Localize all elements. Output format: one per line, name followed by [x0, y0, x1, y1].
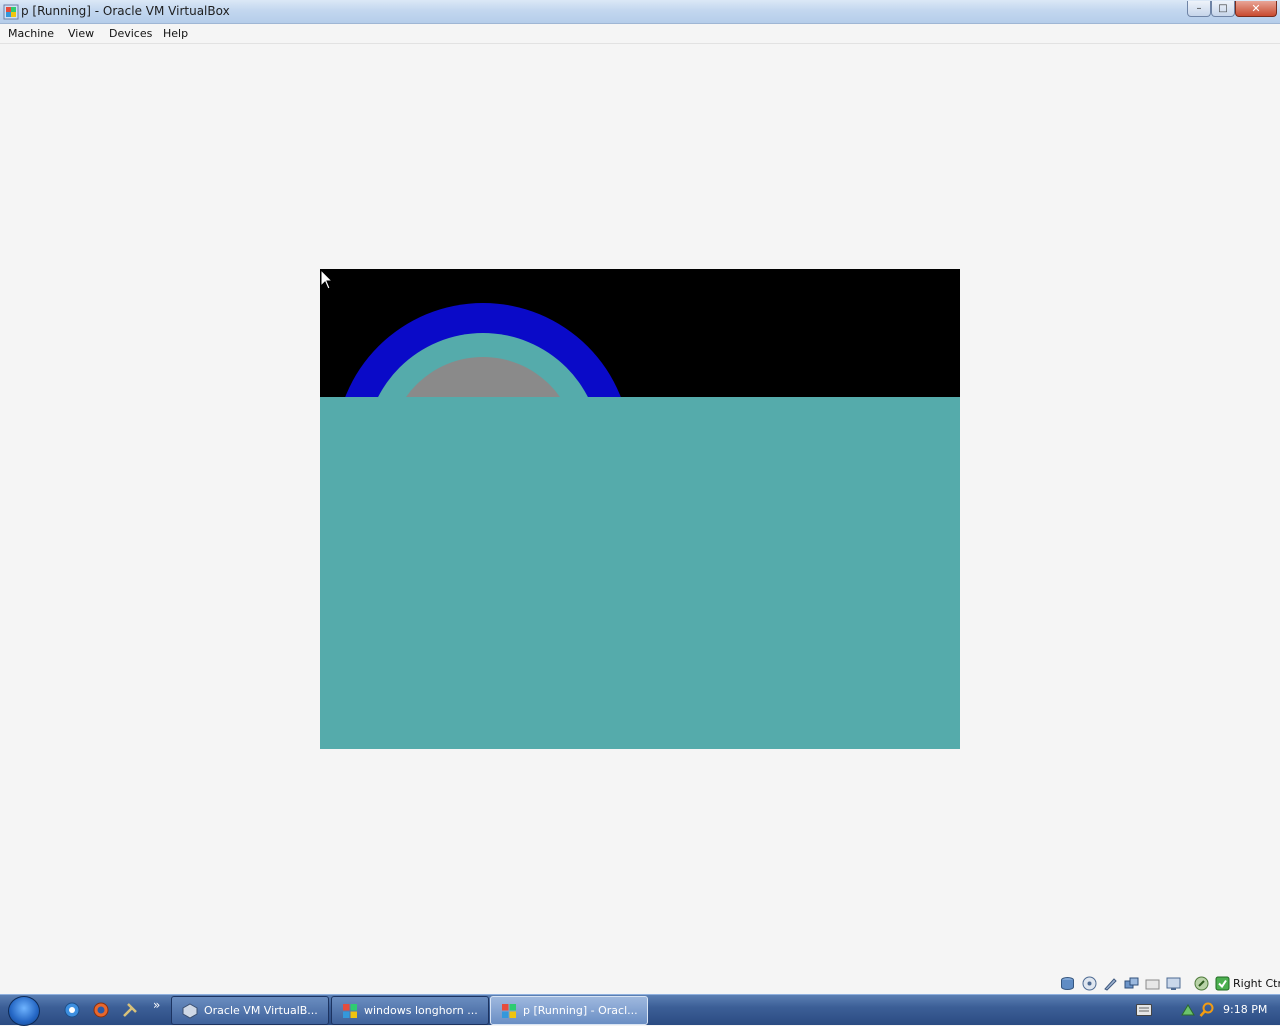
vm-display[interactable] — [320, 269, 960, 749]
clock[interactable]: 9:18 PM — [1223, 1003, 1267, 1016]
menu-view[interactable]: View — [68, 27, 94, 40]
mouse-integration-icon[interactable] — [1194, 976, 1209, 991]
menu-devices[interactable]: Devices — [109, 27, 152, 40]
task-oracle-vm-virtualbox[interactable]: Oracle VM VirtualB... — [171, 996, 329, 1025]
mouse-pointer-icon — [320, 269, 334, 290]
start-button[interactable] — [8, 996, 40, 1026]
title-bar[interactable]: p [Running] - Oracle VM VirtualBox – □ ✕ — [0, 0, 1280, 24]
keyboard-icon[interactable] — [1136, 1004, 1152, 1016]
status-bar: Right Ctrl — [1055, 974, 1280, 994]
shared-folder-icon[interactable] — [1145, 976, 1160, 991]
window-title: p [Running] - Oracle VM VirtualBox — [21, 4, 230, 18]
maximize-button[interactable]: □ — [1211, 1, 1235, 17]
network-tray-icon[interactable] — [1180, 1002, 1196, 1018]
chrome-icon[interactable] — [64, 1002, 80, 1018]
task-label: Oracle VM VirtualB... — [204, 1004, 318, 1017]
search-icon[interactable] — [1199, 1002, 1215, 1018]
hard-disk-icon[interactable] — [1060, 976, 1075, 991]
vm-boot-graphic — [320, 303, 960, 749]
host-key-label: Right Ctrl — [1233, 977, 1280, 990]
task-label: p [Running] - Oracl... — [523, 1004, 638, 1017]
menu-bar: Machine View Devices Help — [0, 24, 1280, 44]
firefox-icon[interactable] — [93, 1002, 109, 1018]
minimize-button[interactable]: – — [1187, 1, 1211, 17]
menu-machine[interactable]: Machine — [8, 27, 54, 40]
task-p-running[interactable]: p [Running] - Oracl... — [490, 996, 648, 1025]
network-icon[interactable] — [1124, 976, 1139, 991]
usb-icon[interactable] — [1103, 976, 1118, 991]
lower-panel — [320, 397, 960, 749]
quick-launch-overflow[interactable]: » — [153, 998, 160, 1012]
windows-logo-icon — [343, 1004, 357, 1018]
taskbar: » Oracle VM VirtualB... windows longhorn… — [0, 994, 1280, 1026]
virtualbox-app-icon — [3, 4, 19, 20]
menu-help[interactable]: Help — [163, 27, 188, 40]
task-windows-longhorn[interactable]: windows longhorn ... — [331, 996, 489, 1025]
keyboard-capture-icon[interactable] — [1215, 976, 1230, 991]
task-label: windows longhorn ... — [364, 1004, 478, 1017]
tool-icon[interactable] — [122, 1002, 138, 1018]
system-tray: 9:18 PM — [1130, 995, 1280, 1025]
optical-drive-icon[interactable] — [1082, 976, 1097, 991]
close-button[interactable]: ✕ — [1235, 1, 1277, 17]
virtualbox-icon — [182, 1003, 198, 1019]
display-icon[interactable] — [1166, 976, 1181, 991]
windows-logo-icon — [502, 1004, 516, 1018]
